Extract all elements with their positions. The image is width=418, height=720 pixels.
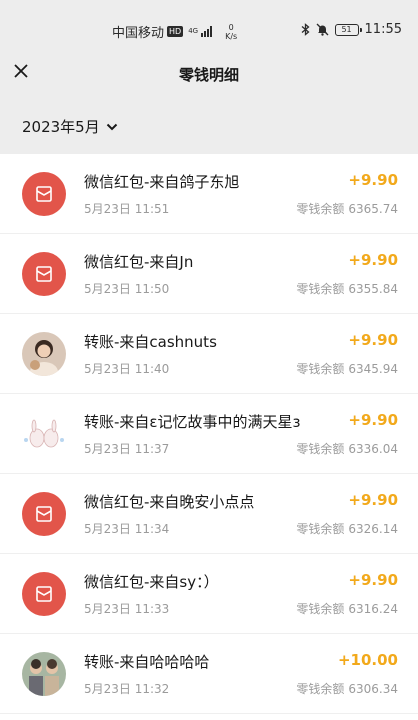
transaction-title: 转账-来自cashnuts [84, 333, 217, 351]
red-packet-icon [36, 186, 52, 202]
transaction-balance: 零钱余额 6365.74 [296, 200, 398, 217]
balance-label: 零钱余额 [296, 202, 345, 216]
transaction-time: 5月23日 11:32 [84, 682, 170, 696]
transaction-time: 5月23日 11:40 [84, 362, 170, 376]
nav-bar: 零钱明细 [0, 52, 418, 96]
status-carrier-group: 中国移动 HD 4G 0 K/s [112, 22, 237, 42]
transaction-title: 转账-来自哈哈哈哈 [84, 653, 210, 671]
signal-icon [201, 26, 213, 37]
transaction-title: 微信红包-来自sy：） [84, 573, 219, 591]
balance-label: 零钱余额 [296, 362, 345, 376]
transaction-balance: 零钱余额 6336.04 [296, 440, 398, 457]
transaction-balance: 零钱余额 6306.34 [296, 680, 398, 697]
red-packet-icon [36, 266, 52, 282]
transaction-amount: +9.90 [348, 331, 398, 349]
transaction-amount: +10.00 [337, 651, 398, 669]
sender-avatar [22, 332, 66, 376]
red-packet-icon [36, 506, 52, 522]
balance-label: 零钱余额 [296, 442, 345, 456]
bluetooth-icon [301, 23, 310, 36]
sender-avatar [22, 412, 66, 456]
transaction-row[interactable]: 转账-来自cashnuts 5月23日 11:40 +9.90 零钱余额 6345.94 [0, 314, 418, 394]
user-photo [22, 652, 66, 696]
status-right-group: 51 11:55 [301, 22, 402, 37]
transaction-amount: +9.90 [348, 571, 398, 589]
transaction-time: 5月23日 11:50 [84, 282, 170, 296]
transaction-row[interactable]: 微信红包-来自Jn 5月23日 11:50 +9.90 零钱余额 6355.84 [0, 234, 418, 314]
transaction-row[interactable]: 转账-来自ε记忆故事中的满天星з 5月23日 11:37 +9.90 零钱余额 6336… [0, 394, 418, 474]
transaction-time: 5月23日 11:33 [84, 602, 170, 616]
month-filter-bar: 2023年5月 [0, 96, 418, 154]
transaction-row[interactable]: 微信红包-来自晚安小点点 5月23日 11:34 +9.90 零钱余额 6326.14 [0, 474, 418, 554]
balance-value: 6355.84 [348, 282, 398, 296]
transaction-balance: 零钱余额 6345.94 [296, 360, 398, 377]
month-label: 2023年5月 [22, 118, 100, 136]
balance-value: 6316.24 [348, 602, 398, 616]
transaction-amount: +9.90 [348, 411, 398, 429]
transaction-title: 转账-来自ε记忆故事中的满天星з [84, 413, 301, 431]
user-photo [22, 412, 66, 456]
transaction-amount: +9.90 [348, 491, 398, 509]
hd-badge: HD [167, 26, 184, 37]
network-speed: 0 K/s [225, 23, 237, 41]
transaction-time: 5月23日 11:37 [84, 442, 170, 456]
transaction-row[interactable]: 转账-来自哈哈哈哈 5月23日 11:32 +10.00 零钱余额 6306.34 [0, 634, 418, 714]
red-packet-icon [36, 586, 52, 602]
transaction-row[interactable]: 微信红包-来自sy：） 5月23日 11:33 +9.90 零钱余额 6316.24 [0, 554, 418, 634]
red-packet-avatar [22, 252, 66, 296]
red-packet-avatar [22, 492, 66, 536]
balance-label: 零钱余额 [296, 282, 345, 296]
carrier-name: 中国移动 [112, 26, 165, 41]
transaction-time: 5月23日 11:51 [84, 202, 170, 216]
transaction-amount: +9.90 [348, 171, 398, 189]
balance-value: 6306.34 [348, 682, 398, 696]
chevron-down-icon [106, 123, 117, 130]
network-type: 4G [188, 27, 199, 35]
transaction-time: 5月23日 11:34 [84, 522, 170, 536]
speed-value: 0 [228, 22, 234, 32]
transaction-balance: 零钱余额 6355.84 [296, 280, 398, 297]
transaction-title: 微信红包-来自Jn [84, 253, 194, 271]
mute-icon [316, 23, 328, 36]
balance-value: 6365.74 [348, 202, 398, 216]
balance-label: 零钱余额 [296, 682, 345, 696]
transaction-balance: 零钱余额 6326.14 [296, 520, 398, 537]
balance-value: 6336.04 [348, 442, 398, 456]
red-packet-avatar [22, 172, 66, 216]
speed-unit: K/s [225, 31, 238, 41]
month-selector[interactable]: 2023年5月 [22, 116, 118, 137]
transaction-balance: 零钱余额 6316.24 [296, 600, 398, 617]
battery-icon: 51 [334, 23, 362, 36]
red-packet-avatar [22, 572, 66, 616]
network-indicator: 4G [188, 28, 198, 35]
sender-avatar [22, 652, 66, 696]
page-title: 零钱明细 [178, 66, 239, 84]
transaction-list: 微信红包-来自鸽子东旭 5月23日 11:51 +9.90 零钱余额 6365.74 微信… [0, 154, 418, 714]
transaction-row[interactable]: 微信红包-来自鸽子东旭 5月23日 11:51 +9.90 零钱余额 6365.74 [0, 154, 418, 234]
transaction-amount: +9.90 [348, 251, 398, 269]
user-photo [22, 332, 66, 376]
balance-value: 6326.14 [348, 522, 398, 536]
balance-value: 6345.94 [348, 362, 398, 376]
transaction-title: 微信红包-来自晚安小点点 [84, 493, 255, 511]
status-time: 11:55 [364, 22, 402, 37]
balance-label: 零钱余额 [296, 522, 345, 536]
transaction-title: 微信红包-来自鸽子东旭 [84, 173, 240, 191]
balance-label: 零钱余额 [296, 602, 345, 616]
